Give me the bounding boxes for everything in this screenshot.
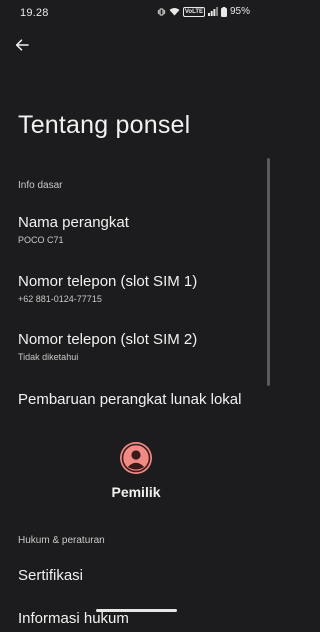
wifi-icon [169, 7, 180, 16]
page-title: Tentang ponsel [18, 111, 191, 139]
scrollbar[interactable] [267, 158, 270, 386]
battery-percent: 95% [229, 6, 250, 17]
device-name-title: Nama perangkat [18, 214, 129, 231]
owner-avatar[interactable] [120, 442, 152, 474]
certification-item[interactable]: Sertifikasi [0, 567, 262, 589]
volte-badge: VoLTE [182, 6, 205, 17]
person-icon [120, 443, 152, 474]
status-icons: VoLTE 95% [157, 6, 250, 17]
phone-number-sim1-title: Nomor telepon (slot SIM 1) [18, 273, 198, 290]
phone-number-sim1-value: +62 881-0124-77715 [18, 294, 102, 304]
battery-icon [220, 6, 227, 17]
back-button[interactable] [12, 37, 32, 57]
legal-info-item[interactable]: Informasi hukum [0, 610, 262, 632]
arrow-back-icon [15, 38, 29, 56]
device-name-value: POCO C71 [18, 235, 64, 245]
status-time: 19.28 [20, 7, 49, 19]
phone-number-sim2-item[interactable]: Nomor telepon (slot SIM 2) Tidak diketah… [0, 331, 262, 365]
vibrate-icon [157, 8, 166, 16]
local-software-update-title: Pembaruan perangkat lunak lokal [18, 391, 242, 408]
status-bar: 19.28 VoLTE 95% [0, 0, 272, 26]
section-header-legal: Hukum & peraturan [18, 535, 105, 546]
phone-number-sim1-item[interactable]: Nomor telepon (slot SIM 1) +62 881-0124-… [0, 273, 262, 307]
owner-label[interactable]: Pemilik [0, 484, 272, 500]
legal-info-title: Informasi hukum [18, 610, 129, 627]
local-software-update-item[interactable]: Pembaruan perangkat lunak lokal [0, 391, 262, 413]
section-header-basic-info: Info dasar [18, 180, 63, 191]
certification-title: Sertifikasi [18, 567, 84, 584]
gesture-nav-handle[interactable] [96, 609, 177, 612]
phone-number-sim2-value: Tidak diketahui [18, 352, 79, 362]
phone-number-sim2-title: Nomor telepon (slot SIM 2) [18, 331, 198, 348]
signal-icon [207, 7, 218, 16]
device-name-item[interactable]: Nama perangkat POCO C71 [0, 214, 262, 248]
